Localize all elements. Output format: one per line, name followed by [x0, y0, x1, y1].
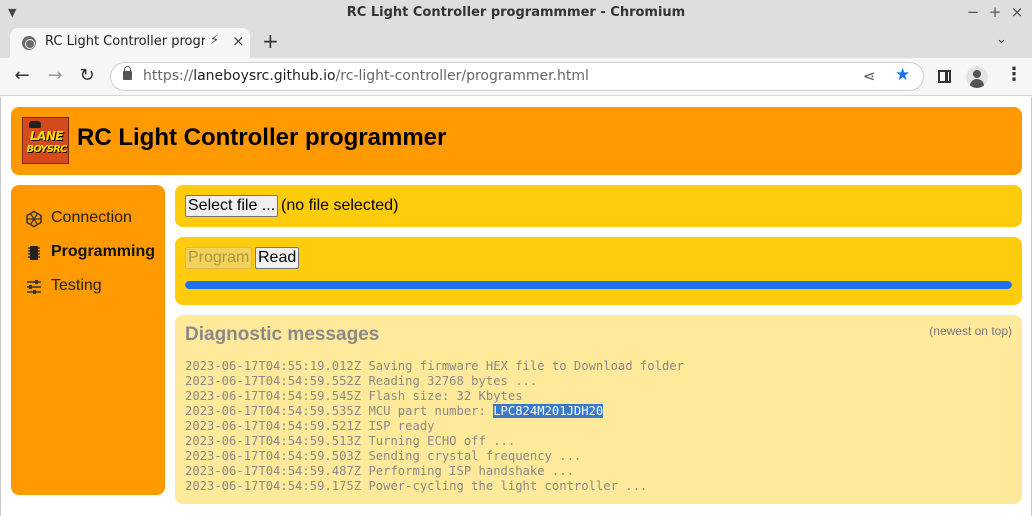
logo-text-line2: BOYSRC	[26, 144, 67, 155]
log-message: Sending crystal frequency ...	[368, 449, 582, 463]
usb-icon: ⚡	[210, 33, 220, 48]
log-timestamp: 2023-06-17T04:54:59.521Z	[185, 419, 362, 433]
url-path: /rc-light-controller/programmer.html	[335, 68, 589, 84]
window-titlebar: ▼ RC Light Controller programmmer - Chro…	[0, 0, 1032, 26]
diagnostics-log: 2023-06-17T04:55:19.012Z Saving firmware…	[185, 359, 1012, 494]
sidebar-item-testing[interactable]: Testing	[25, 275, 165, 299]
browser-tab[interactable]: RC Light Controller program ⚡ ×	[10, 28, 250, 58]
page-header: LANE BOYSRC RC Light Controller programm…	[11, 107, 1022, 175]
log-timestamp: 2023-06-17T04:54:59.503Z	[185, 449, 362, 463]
back-icon[interactable]: ←	[11, 65, 33, 86]
log-line: 2023-06-17T04:54:59.521Z ISP ready	[185, 419, 1012, 434]
hexagon-icon	[26, 210, 42, 228]
log-message: Reading 32768 bytes ...	[368, 374, 538, 388]
read-button[interactable]: Read	[255, 247, 300, 269]
log-timestamp: 2023-06-17T04:54:59.545Z	[185, 389, 362, 403]
log-timestamp: 2023-06-17T04:54:59.175Z	[185, 479, 362, 493]
log-line: 2023-06-17T04:54:59.535Z MCU part number…	[185, 404, 1012, 419]
globe-icon	[22, 36, 36, 50]
bookmark-star-icon[interactable]: ★	[895, 65, 910, 85]
log-timestamp: 2023-06-17T04:54:59.513Z	[185, 434, 362, 448]
program-button[interactable]: Program	[185, 247, 253, 269]
diagnostics-title: Diagnostic messages	[185, 324, 380, 345]
chevron-down-icon[interactable]: ⌄	[996, 32, 1007, 47]
log-line: 2023-06-17T04:54:59.513Z Turning ECHO of…	[185, 434, 1012, 449]
page-title: RC Light Controller programmer	[77, 124, 447, 151]
sidebar-nav: Connection Programming Testing	[11, 185, 165, 495]
file-select-panel: Select file ... (no file selected)	[175, 185, 1022, 227]
progress-fill	[185, 281, 1012, 289]
diagnostics-panel: Diagnostic messages (newest on top) 2023…	[175, 315, 1022, 504]
minimize-icon[interactable]: −	[964, 3, 982, 21]
log-timestamp: 2023-06-17T04:55:19.012Z	[185, 359, 362, 373]
browser-toolbar: ← → ↻ https://laneboysrc.github.io/rc-li…	[0, 58, 1032, 96]
log-line: 2023-06-17T04:54:59.552Z Reading 32768 b…	[185, 374, 1012, 389]
log-line: 2023-06-17T04:54:59.545Z Flash size: 32 …	[185, 389, 1012, 404]
sidebar-item-programming[interactable]: Programming	[25, 241, 165, 265]
rc-car-icon	[29, 121, 41, 128]
log-timestamp: 2023-06-17T04:54:59.487Z	[185, 464, 362, 478]
tab-close-icon[interactable]: ×	[232, 32, 245, 50]
new-tab-icon[interactable]: +	[262, 29, 279, 53]
log-line: 2023-06-17T04:54:59.487Z Performing ISP …	[185, 464, 1012, 479]
sidebar-item-label: Testing	[51, 277, 102, 294]
diagnostics-order-note: (newest on top)	[929, 324, 1012, 338]
log-line: 2023-06-17T04:55:19.012Z Saving firmware…	[185, 359, 1012, 374]
select-file-button[interactable]: Select file ...	[185, 195, 279, 217]
logo-text-line1: LANE	[29, 129, 64, 143]
url-text[interactable]: https://laneboysrc.github.io/rc-light-co…	[143, 68, 589, 84]
log-message: Turning ECHO off ...	[368, 434, 516, 448]
log-message: MCU part number:	[368, 404, 494, 418]
sliders-icon	[27, 280, 41, 294]
address-bar[interactable]: https://laneboysrc.github.io/rc-light-co…	[110, 62, 924, 91]
lock-icon[interactable]	[123, 66, 132, 80]
selected-part-number: LPC824M201JDH20	[493, 404, 604, 418]
log-message: Flash size: 32 Kbytes	[368, 389, 523, 403]
page-content: LANE BOYSRC RC Light Controller programm…	[0, 97, 1032, 516]
window-title: RC Light Controller programmmer - Chromi…	[346, 5, 686, 20]
file-status: (no file selected)	[281, 197, 399, 214]
log-message: Power-cycling the light controller ...	[368, 479, 648, 493]
log-line: 2023-06-17T04:54:59.503Z Sending crystal…	[185, 449, 1012, 464]
reload-icon[interactable]: ↻	[76, 65, 98, 86]
profile-avatar-icon[interactable]	[966, 66, 988, 88]
url-scheme: https://	[143, 68, 194, 84]
side-panel-icon[interactable]	[938, 70, 951, 83]
tab-strip: RC Light Controller program ⚡ × + ⌄	[0, 26, 1032, 58]
share-icon[interactable]: ⋖	[863, 67, 876, 85]
laneboysrc-logo: LANE BOYSRC	[22, 117, 69, 164]
log-message: Saving firmware HEX file to Download fol…	[368, 359, 684, 373]
maximize-icon[interactable]: +	[986, 3, 1004, 21]
menu-kebab-icon[interactable]: ⋮	[1005, 64, 1023, 85]
programming-panel: Program Read	[175, 237, 1022, 305]
sidebar-item-label: Programming	[51, 243, 156, 260]
forward-icon[interactable]: →	[44, 65, 66, 86]
url-host: laneboysrc.github.io	[193, 68, 336, 84]
close-window-icon[interactable]: ×	[1008, 3, 1026, 21]
log-timestamp: 2023-06-17T04:54:59.535Z	[185, 404, 362, 418]
chip-icon	[28, 246, 40, 260]
progress-bar	[185, 281, 1012, 289]
sidebar-item-connection[interactable]: Connection	[25, 207, 165, 231]
tab-title: RC Light Controller program	[45, 34, 205, 49]
sidebar-item-label: Connection	[51, 209, 132, 226]
log-timestamp: 2023-06-17T04:54:59.552Z	[185, 374, 362, 388]
log-line: 2023-06-17T04:54:59.175Z Power-cycling t…	[185, 479, 1012, 494]
log-message: ISP ready	[368, 419, 435, 433]
log-message: Performing ISP handshake ...	[368, 464, 574, 478]
